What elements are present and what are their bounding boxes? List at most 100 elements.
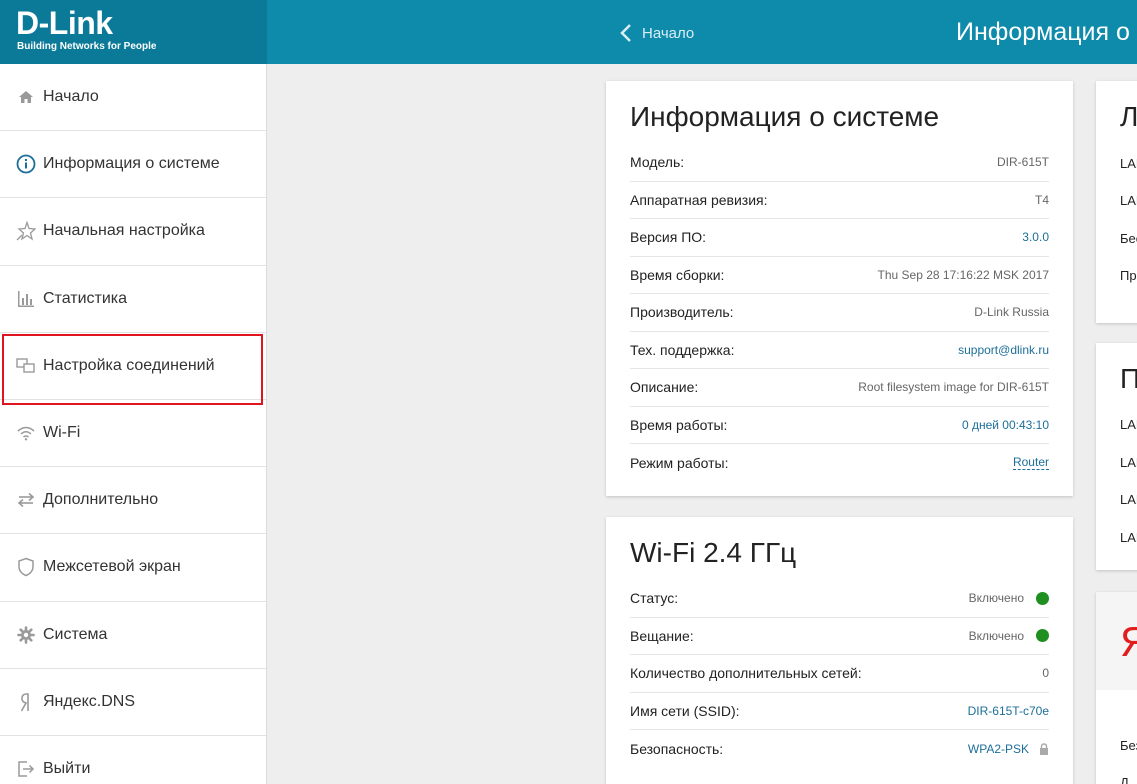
sidebar-item-label: Межсетевой экран: [43, 558, 181, 576]
info-row-uptime: Время работы: 0 дней 00:43:10: [630, 407, 1049, 444]
row-key: Имя сети (SSID):: [630, 702, 740, 719]
back-link[interactable]: Начало: [620, 20, 694, 46]
row-key: Производитель:: [630, 304, 734, 321]
card-title: П: [1120, 363, 1137, 394]
sidebar-item-firewall[interactable]: Межсетевой экран: [0, 534, 266, 602]
row-key: Бес: [1120, 231, 1137, 246]
row-value: Thu Sep 28 17:16:22 MSK 2017: [877, 267, 1049, 282]
wifi-row-security: Безопасность: WPA2-PSK: [630, 730, 1049, 768]
sidebar-item-label: Информация о системе: [43, 155, 220, 173]
row-key: Аппаратная ревизия:: [630, 191, 768, 208]
row-value: 0: [1042, 666, 1049, 681]
sidebar-item-label: Яндекс.DNS: [43, 692, 136, 710]
sidebar-item-label: Wi-Fi: [43, 424, 81, 442]
chevron-left-icon: [620, 24, 631, 42]
row-key: Версия ПО:: [630, 229, 707, 246]
yandex-icon: [16, 692, 36, 712]
yandex-logo: Я: [1120, 618, 1137, 665]
wifi-icon: [16, 423, 36, 443]
card-title: Л: [1120, 101, 1137, 132]
sidebar: Начало Информация о системе Начальная на…: [0, 64, 267, 784]
uptime-value: 0 дней 00:43:10: [961, 417, 1049, 432]
row-key: LAN: [1120, 156, 1137, 171]
sidebar-item-home[interactable]: Начало: [0, 64, 266, 132]
connections-icon: [16, 356, 36, 376]
shield-icon: [16, 557, 36, 577]
sidebar-item-label: Настройка соединений: [43, 356, 215, 374]
status-dot-icon: [1036, 591, 1049, 605]
mode-link[interactable]: Router: [1012, 455, 1049, 471]
row-key: LAN: [1120, 530, 1137, 545]
row-value: DIR-615T: [996, 155, 1049, 170]
info-row-hw-revision: Аппаратная ревизия: T4: [630, 182, 1049, 219]
sidebar-item-label: Система: [43, 625, 108, 643]
sidebar-item-connections[interactable]: Настройка соединений: [0, 333, 266, 405]
row-key: Количество дополнительных сетей:: [630, 665, 862, 682]
system-info-card: Информация о системе Модель: DIR-615T Ап…: [606, 81, 1073, 496]
row-key: Режим работы:: [630, 454, 729, 471]
lan-card: Л LAN LAN Бес Пр: [1096, 81, 1137, 323]
row-key: LAN: [1120, 492, 1137, 507]
sidebar-item-system[interactable]: Система: [0, 602, 266, 669]
card-title: Информация о системе: [630, 101, 940, 132]
row-key: Статус:: [630, 590, 679, 607]
info-row-support: Тех. поддержка: support@dlink.ru: [630, 332, 1049, 369]
info-icon: [16, 154, 36, 174]
wifi-row-ssid: Имя сети (SSID): DIR-615T-c70e: [630, 693, 1049, 730]
sidebar-item-system-info[interactable]: Информация о системе: [0, 131, 266, 199]
row-value: Включено: [969, 591, 1049, 605]
row-key: Без: [1120, 738, 1137, 753]
yandex-card: Я Без Д: [1096, 592, 1137, 784]
logo-text: D-Link: [16, 5, 113, 41]
sidebar-item-label: Выйти: [43, 759, 91, 777]
security-link[interactable]: WPA2-PSK: [968, 742, 1029, 756]
page-title: Информация о с: [956, 18, 1137, 46]
ssid-link[interactable]: DIR-615T-c70e: [968, 704, 1049, 718]
sidebar-item-yandex-dns[interactable]: Яндекс.DNS: [0, 669, 266, 736]
row-value: WPA2-PSK: [968, 742, 1049, 756]
row-key: Д: [1120, 775, 1129, 784]
ports-card: П LAN LAN LAN LAN: [1096, 343, 1137, 570]
info-row-mode: Режим работы: Router: [630, 444, 1049, 482]
status-dot-icon: [1036, 629, 1049, 643]
row-key: Описание:: [630, 379, 699, 396]
wifi-row-broadcast: Вещание: Включено: [630, 618, 1049, 655]
row-key: Пр: [1120, 268, 1137, 283]
row-key: LAN: [1120, 193, 1137, 208]
support-email-link[interactable]: support@dlink.ru: [958, 343, 1049, 357]
row-key: Время работы:: [630, 416, 728, 433]
logo[interactable]: D-Link Building Networks for People: [0, 0, 267, 64]
sidebar-item-label: Начало: [43, 88, 99, 106]
info-row-vendor: Производитель: D-Link Russia: [630, 294, 1049, 332]
lock-icon: [1040, 743, 1048, 755]
sidebar-item-initial-setup[interactable]: Начальная настройка: [0, 198, 266, 266]
row-value: Root filesystem image for DIR-615T: [858, 380, 1049, 395]
info-row-firmware: Версия ПО: 3.0.0: [630, 219, 1049, 257]
sidebar-item-label: Статистика: [43, 289, 128, 307]
broadcast-text: Включено: [968, 628, 1024, 643]
row-key: Вещание:: [630, 627, 694, 644]
bar-chart-icon: [16, 289, 36, 309]
home-icon: [16, 87, 36, 107]
wifi-card: Wi-Fi 2.4 ГГц Статус: Включено Вещание: …: [606, 517, 1073, 784]
firmware-version-link[interactable]: 3.0.0: [1022, 230, 1049, 244]
status-text: Включено: [968, 591, 1024, 606]
row-value: T4: [1034, 192, 1049, 207]
gear-icon: [16, 625, 36, 645]
row-key: Безопасность:: [630, 740, 724, 757]
sidebar-item-wifi[interactable]: Wi-Fi: [0, 400, 266, 468]
sidebar-item-statistics[interactable]: Статистика: [0, 266, 266, 333]
wifi-row-extra-networks: Количество дополнительных сетей: 0: [630, 655, 1049, 693]
top-bar: D-Link Building Networks for People Нача…: [0, 0, 1137, 64]
sidebar-item-logout[interactable]: Выйти: [0, 736, 266, 784]
back-link-label: Начало: [642, 24, 695, 42]
row-key: Время сборки:: [630, 266, 725, 283]
info-row-description: Описание: Root filesystem image for DIR-…: [630, 369, 1049, 407]
row-value: D-Link Russia: [974, 305, 1049, 320]
row-key: LAN: [1120, 455, 1137, 470]
wifi-row-status: Статус: Включено: [630, 580, 1049, 618]
sidebar-item-advanced[interactable]: Дополнительно: [0, 467, 266, 535]
row-key: Модель:: [630, 154, 685, 171]
row-key: Тех. поддержка:: [630, 341, 735, 358]
arrows-icon: [16, 490, 36, 510]
